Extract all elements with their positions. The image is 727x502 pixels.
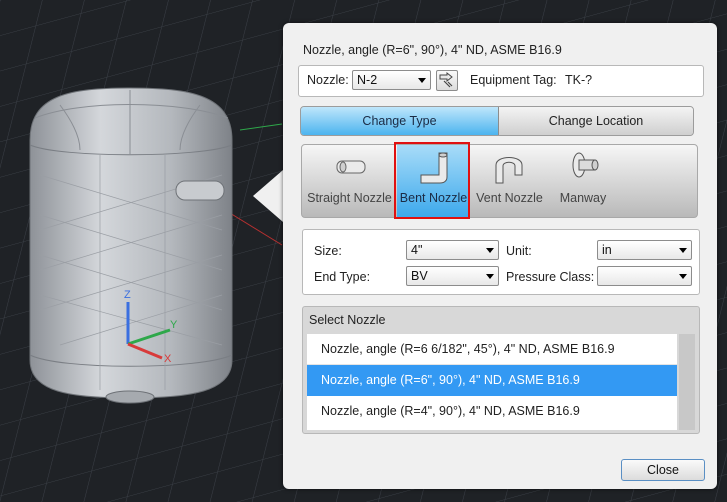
- pressure-class-dropdown[interactable]: [597, 266, 692, 286]
- nozzle-label: Nozzle:: [307, 73, 349, 87]
- nozzle-list: Nozzle, angle (R=6 6/182", 45°), 4" ND, …: [307, 334, 677, 430]
- straight-nozzle-icon: [336, 160, 366, 174]
- type-straight-nozzle[interactable]: Straight Nozzle: [302, 145, 397, 217]
- axis-label-y: Y: [170, 319, 178, 331]
- tab-change-type[interactable]: Change Type: [301, 107, 499, 135]
- list-item[interactable]: Nozzle, angle (R=6", 90°), 4" ND, ASME B…: [307, 365, 677, 396]
- mode-tabs: Change Type Change Location: [300, 106, 694, 136]
- tank-model[interactable]: [29, 87, 233, 404]
- type-label: Manway: [559, 191, 607, 205]
- chevron-down-icon: [679, 274, 687, 279]
- type-label: Vent Nozzle: [476, 191, 543, 205]
- pick-cursor-icon: [439, 71, 453, 88]
- type-manway[interactable]: Manway: [547, 145, 619, 217]
- unit-label: Unit:: [506, 244, 532, 258]
- dialog-title: Nozzle, angle (R=6", 90°), 4" ND, ASME B…: [303, 43, 562, 57]
- pick-nozzle-button[interactable]: [436, 70, 458, 91]
- select-nozzle-title: Select Nozzle: [309, 313, 386, 327]
- manway-icon: [572, 152, 599, 178]
- nozzle-dropdown-value: N-2: [357, 73, 378, 87]
- nozzle-dialog: Nozzle, angle (R=6", 90°), 4" ND, ASME B…: [283, 23, 717, 489]
- axis-label-z: Z: [124, 289, 131, 301]
- axis-label-x: X: [164, 353, 172, 365]
- size-value: 4": [411, 243, 423, 257]
- tab-change-location[interactable]: Change Location: [499, 107, 693, 135]
- nozzle-dropdown[interactable]: N-2: [352, 70, 431, 90]
- unit-value: in: [602, 243, 612, 257]
- list-scrollbar[interactable]: [679, 334, 695, 430]
- equipment-tag-value: TK-?: [565, 73, 593, 87]
- end-type-value: BV: [411, 269, 428, 283]
- close-button[interactable]: Close: [621, 459, 705, 481]
- chevron-down-icon: [486, 274, 494, 279]
- selection-highlight: [394, 142, 470, 219]
- chevron-down-icon: [679, 248, 687, 253]
- chevron-down-icon: [418, 78, 426, 83]
- list-item[interactable]: Nozzle, angle (R=4", 90°), 4" ND, ASME B…: [307, 396, 677, 427]
- type-label: Straight Nozzle: [307, 191, 392, 205]
- callout-pointer: [253, 170, 283, 222]
- unit-dropdown[interactable]: in: [597, 240, 692, 260]
- vent-nozzle-icon: [495, 157, 523, 184]
- nozzle-type-palette: Straight Nozzle Bent Nozzle Vent Nozzle …: [301, 144, 698, 218]
- select-nozzle-group: Select Nozzle Nozzle, angle (R=6 6/182",…: [302, 306, 700, 434]
- end-type-label: End Type:: [314, 270, 371, 284]
- size-label: Size:: [314, 244, 342, 258]
- nozzle-selector-row: Nozzle: N-2 Equipment Tag: TK-?: [298, 65, 704, 97]
- equipment-tag-label: Equipment Tag:: [470, 73, 557, 87]
- size-dropdown[interactable]: 4": [406, 240, 499, 260]
- list-item[interactable]: Nozzle, angle (R=6 6/182", 45°), 4" ND, …: [307, 334, 677, 365]
- chevron-down-icon: [486, 248, 494, 253]
- end-type-dropdown[interactable]: BV: [406, 266, 499, 286]
- type-vent-nozzle[interactable]: Vent Nozzle: [472, 145, 547, 217]
- nozzle-properties: Size: 4" Unit: in End Type: BV Pressure …: [302, 229, 700, 295]
- pressure-class-label: Pressure Class:: [506, 270, 595, 284]
